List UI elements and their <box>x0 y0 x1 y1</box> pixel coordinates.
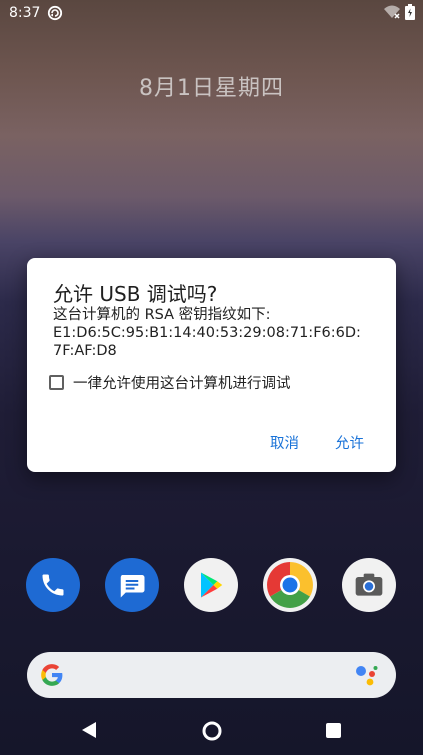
play-store-app[interactable] <box>184 558 238 612</box>
google-g-icon <box>41 664 63 686</box>
assistant-icon[interactable] <box>353 663 379 687</box>
navigation-bar <box>0 705 423 755</box>
dialog-message-line: 这台计算机的 RSA 密钥指纹如下: <box>53 307 271 323</box>
app-dock <box>0 558 423 612</box>
status-bar: 8:37 <box>0 0 423 26</box>
cancel-button[interactable]: 取消 <box>270 432 299 453</box>
usb-debugging-dialog: 允许 USB 调试吗? 这台计算机的 RSA 密钥指纹如下: E1:D6:5C:… <box>27 258 396 472</box>
chrome-icon <box>267 562 313 608</box>
wifi-icon <box>384 5 400 19</box>
messages-icon <box>120 575 145 598</box>
always-allow-row[interactable]: 一律允许使用这台计算机进行调试 <box>49 371 291 393</box>
dialog-message: 这台计算机的 RSA 密钥指纹如下: E1:D6:5C:95:B1:14:40:… <box>53 306 383 360</box>
messages-app[interactable] <box>105 558 159 612</box>
play-store-icon <box>201 572 223 598</box>
camera-app[interactable] <box>342 558 396 612</box>
chrome-app[interactable] <box>263 558 317 612</box>
phone-app[interactable] <box>26 558 80 612</box>
camera-icon <box>355 573 383 596</box>
sync-icon <box>47 5 63 21</box>
dialog-message-line: 7F:AF:D8 <box>53 343 117 359</box>
always-allow-checkbox[interactable] <box>49 374 64 390</box>
dialog-title: 允许 USB 调试吗? <box>53 282 218 306</box>
home-icon[interactable] <box>202 721 222 741</box>
status-time: 8:37 <box>9 5 41 21</box>
always-allow-label: 一律允许使用这台计算机进行调试 <box>73 375 291 392</box>
dialog-message-line: E1:D6:5C:95:B1:14:40:53:29:08:71:F6:6D: <box>53 325 361 341</box>
battery-icon <box>405 4 415 20</box>
allow-button[interactable]: 允许 <box>335 432 364 453</box>
recents-icon[interactable] <box>326 723 341 738</box>
google-search-bar[interactable] <box>27 652 396 698</box>
phone-icon <box>42 574 64 596</box>
lock-screen-date: 8月1日星期四 <box>139 76 284 101</box>
back-icon[interactable] <box>80 721 98 739</box>
